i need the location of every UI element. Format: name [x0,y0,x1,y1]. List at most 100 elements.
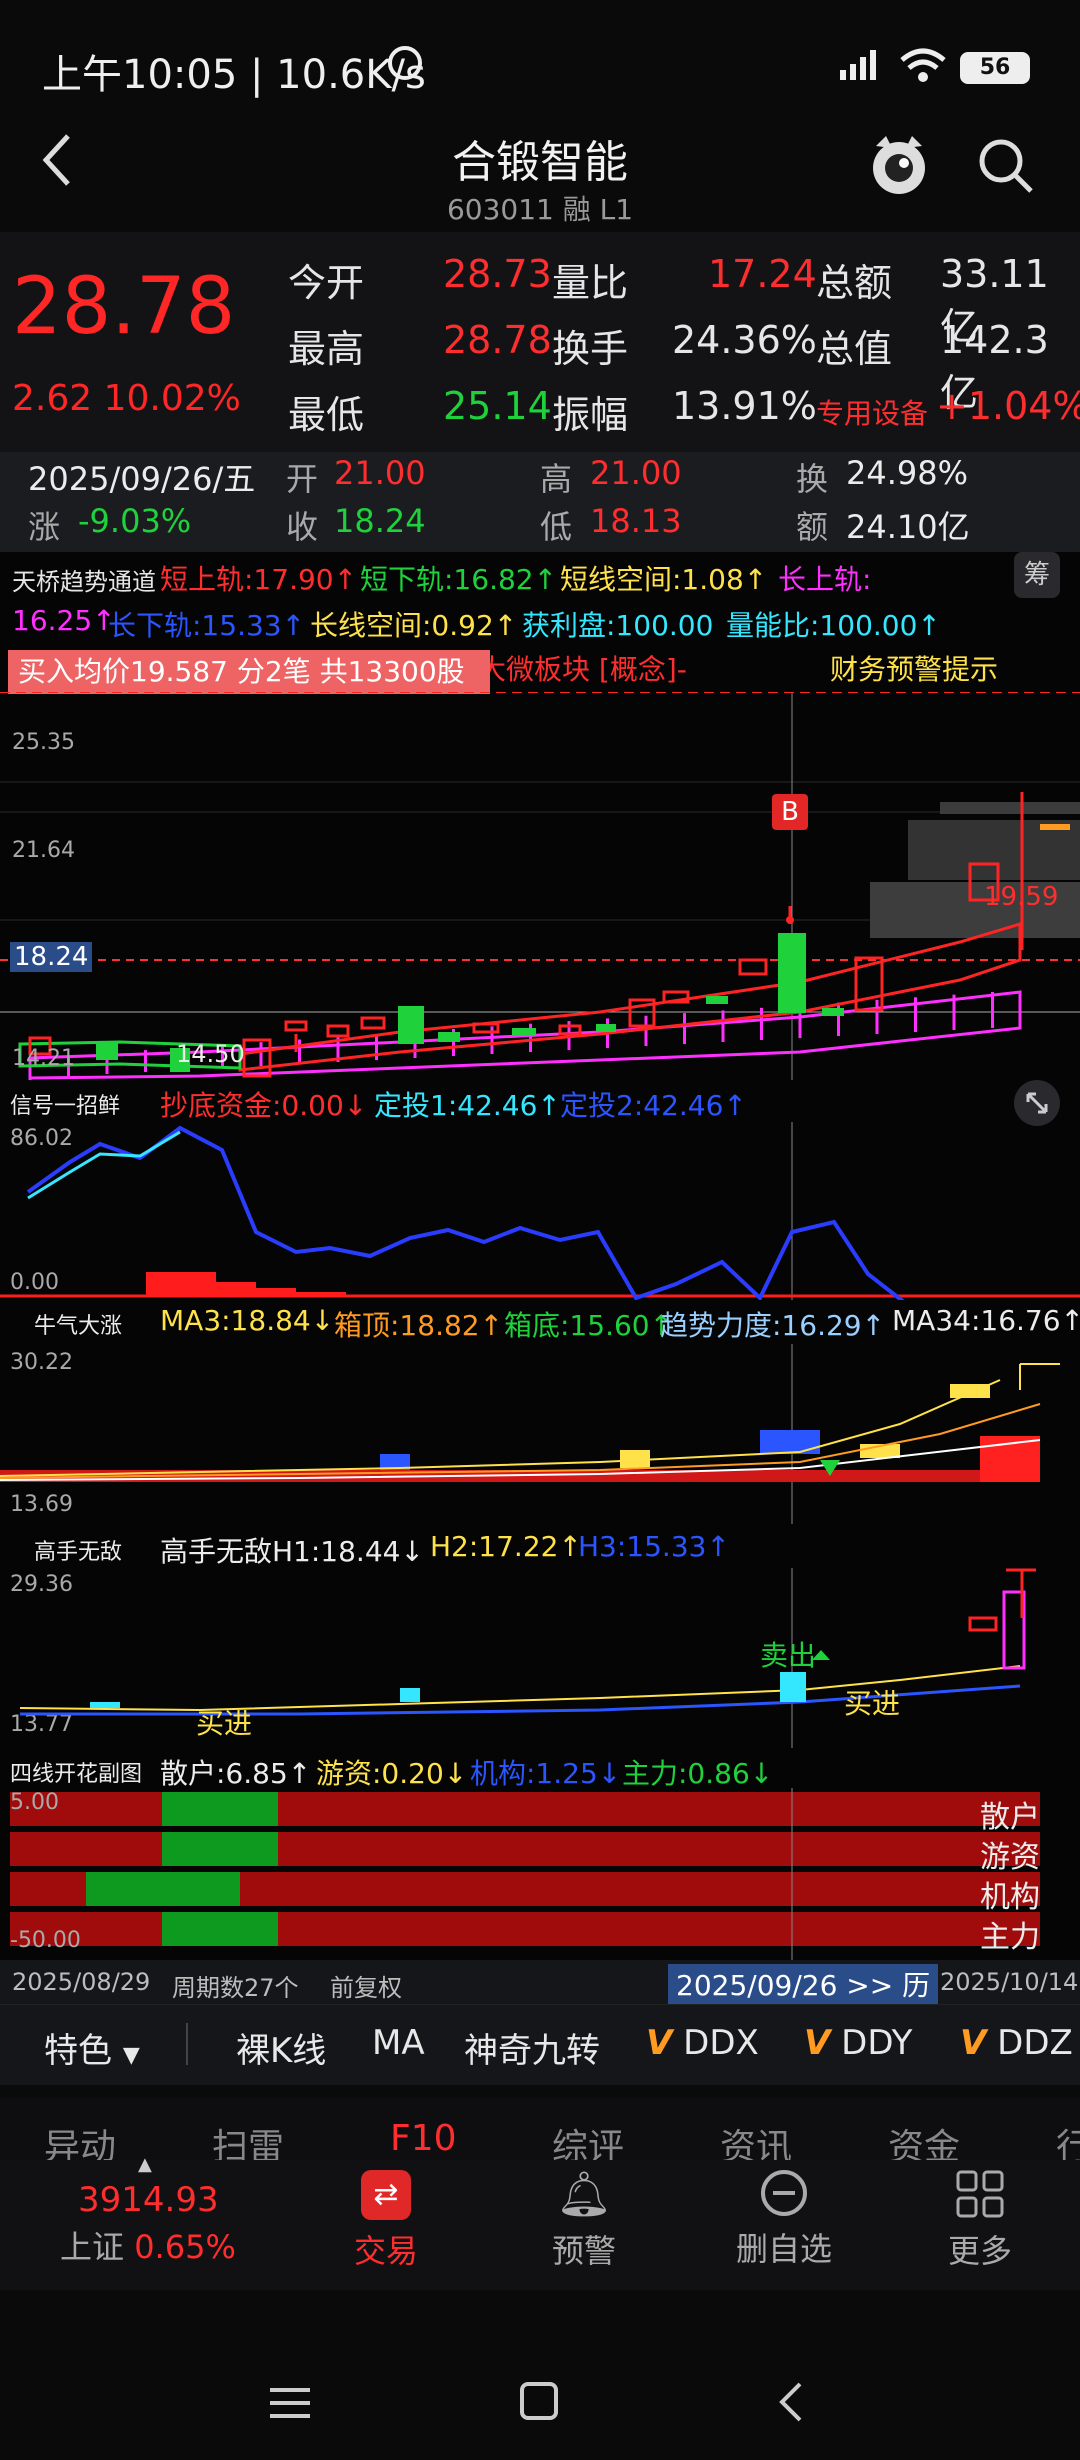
index-name: 上证 [60,2228,125,2266]
period-count: 周期数27个 [172,1974,299,2002]
tool-divider [186,2023,188,2065]
sub1-plot [0,1122,1080,1300]
change-pct: 10.02% [103,378,241,419]
tool-ddy[interactable]: V DDY [804,2023,912,2063]
period-cursor[interactable]: 2025/09/26 >> 历 [668,1964,939,2004]
sub1-a: 抄底资金:0.00↓ [160,1089,368,1122]
tool-special[interactable]: 特色 ▼ [44,2023,140,2072]
sub-chart-2[interactable]: 牛气大涨 MA3:18.84↓ 箱顶:18.82↑ 箱底:15.60↑ 趋势力度… [0,1300,1080,1526]
search-icon[interactable] [976,136,1036,196]
nav-more[interactable]: 更多 [930,2170,1030,2280]
main-p7: 长线空间:0.92↑ [310,609,518,642]
vip-icon: V [960,2023,987,2063]
tab-more[interactable]: 行 [1056,2118,1080,2162]
bottom-nav: ▲ 3914.93 上证 0.65% ⇄ 交易 🔔︎ 预警 删自选 更多 [0,2154,1080,2290]
main-p2: 短下轨:16.82↑ [360,563,558,596]
period-end: 2025/10/14 [940,1968,1079,1996]
value-open: 28.73 [443,252,552,296]
tool-ddx[interactable]: V DDX [646,2023,759,2063]
value-high: 28.78 [443,318,552,362]
nav-more-label: 更多 [947,2232,1012,2270]
label-low: 最低 [288,393,365,437]
sub4-row-3: 机构 [980,1880,1040,1915]
status-time: 上午10:05 | 10.6K/s [42,52,426,98]
hist-amount: 24.10亿 [846,508,970,546]
right-mark: 19.59 [984,882,1059,912]
sub3-b: H2:17.22↑ [430,1530,582,1563]
hist-open-label: 开 [286,460,319,498]
value-volratio: 17.24 [708,252,817,296]
sub3-buy1: 买进 [196,1707,253,1740]
period-start: 2025/08/29 [12,1968,151,1996]
sub2-e: MA34:16.76↑ [892,1304,1080,1337]
wifi-icon [898,46,948,84]
hist-date: 2025/09/26/五 [28,460,256,498]
price-change: 2.62 10.02% [12,378,241,419]
sector-link[interactable]: 专用设备 [816,392,928,432]
tab-funds[interactable]: 资金 [888,2118,960,2162]
filter-badge[interactable]: 筹 [1014,552,1060,598]
tool-ddz[interactable]: V DDZ [960,2023,1073,2063]
hist-open: 21.00 [334,454,426,492]
menu-icon[interactable] [270,2386,310,2424]
vip-icon: V [804,2023,831,2063]
label-open: 今开 [288,261,365,305]
sub1-c: 定投2:42.46↑ [560,1089,747,1122]
sub-chart-1[interactable]: 信号一招鲜 抄底资金:0.00↓ 定投1:42.46↑ 定投2:42.46↑ 8… [0,1080,1080,1300]
home-icon[interactable] [520,2382,558,2420]
battery-icon: 56 [960,52,1030,84]
index-value: 3914.93 [78,2180,219,2220]
value-amplitude: 13.91% [672,384,817,428]
sub2-d: 趋势力度:16.29↑ [660,1309,886,1342]
main-p8: 获利盘:100.00 [522,609,714,642]
mascot-icon[interactable] [868,132,930,202]
y-label-cursor: 18.24 [10,942,93,972]
index-widget[interactable]: ▲ 3914.93 上证 0.65% [60,2154,312,2274]
system-nav-bar [0,2330,1080,2460]
hist-low: 18.13 [590,502,682,540]
label-volratio: 量比 [552,261,629,305]
sub-chart-3[interactable]: 高手无敌 高手无敌H1:18.44↓ H2:17.22↑ H3:15.33↑ 2… [0,1526,1080,1748]
signal-icon [838,48,884,82]
sub3-plot [19,1568,1036,1748]
nav-remove[interactable]: 删自选 [724,2170,844,2280]
sub2-c: 箱底:15.60↑ [504,1309,674,1342]
minus-circle-icon [761,2170,807,2216]
main-p9: 量能比:100.00↑ [726,609,941,642]
sub4-row-2: 游资 [980,1840,1040,1875]
sub3-a: 高手无敌H1:18.44↓ [160,1535,424,1568]
main-chart[interactable]: 天桥趋势通道 短上轨:17.90↑ 短下轨:16.82↑ 短线空间:1.08↑ … [0,552,1080,1080]
sub2-name[interactable]: 牛气大涨 [34,1308,122,1340]
sub4-b: 游资:0.20↓ [316,1757,468,1790]
nav-trade[interactable]: ⇄ 交易 [336,2170,436,2280]
sub4-d: 主力:0.86↓ [622,1757,774,1790]
sub3-name[interactable]: 高手无敌 [34,1534,122,1566]
low-mark: 14.50 [176,1040,245,1068]
sub1-name[interactable]: 信号一招鲜 [10,1088,120,1120]
tool-ddx-label: DDX [683,2023,759,2063]
candle-chart-svg [0,692,1080,1080]
sub3-c: H3:15.33↑ [578,1530,730,1563]
sub3-sell: 卖出 [760,1639,817,1672]
hist-high-label: 高 [540,460,573,498]
buy-badge[interactable]: B [772,794,808,830]
grid-icon [956,2170,1004,2218]
tab-rating[interactable]: 综评 [552,2118,624,2162]
sub4-a: 散户:6.85↑ [160,1757,312,1790]
tool-naked-k[interactable]: 裸K线 [236,2023,326,2072]
sub4-c: 机构:1.25↓ [470,1757,622,1790]
tool-ma[interactable]: MA [372,2023,425,2063]
tab-news[interactable]: 资讯 [720,2118,792,2162]
main-indicator-name[interactable]: 天桥趋势通道 [12,562,156,597]
exchange-icon: ⇄ [361,2170,411,2220]
period-adj[interactable]: 前复权 [330,1968,402,2003]
sub4-name[interactable]: 四线开花副图 [10,1756,142,1788]
back-nav-icon[interactable] [776,2380,806,2428]
expand-icon[interactable] [1014,1080,1060,1126]
info-tabs: 异动 扫雷 F10 综评 资讯 资金 行 [0,2098,1080,2162]
nav-alert[interactable]: 🔔︎ 预警 [534,2170,634,2280]
tool-nine-turn[interactable]: 神奇九转 [464,2023,600,2072]
change-value: 2.62 [12,378,93,419]
sub-chart-4[interactable]: 四线开花副图 散户:6.85↑ 游资:0.20↓ 机构:1.25↓ 主力:0.8… [0,1748,1080,1960]
tab-f10[interactable]: F10 [390,2118,457,2159]
